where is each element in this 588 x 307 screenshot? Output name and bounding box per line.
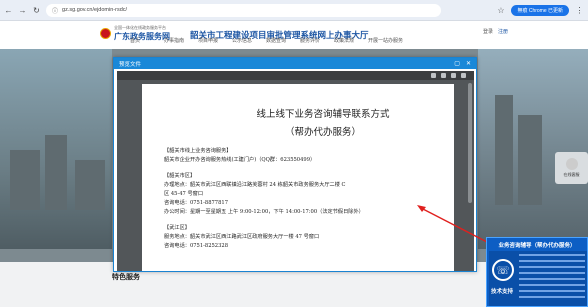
login-link[interactable]: 登录 [483,28,493,35]
viewer-scrollbar[interactable] [468,83,472,203]
pdf-toolbar [117,71,474,80]
promo-title: 业务咨询辅导（帮办代办服务） [498,243,576,249]
menu-icon[interactable]: ⋮ [575,6,584,15]
print-icon[interactable] [451,73,456,78]
back-icon[interactable]: ← [4,6,13,15]
modal-header: 预览文件 ▢ ✕ [114,58,476,69]
close-icon[interactable]: ✕ [466,60,471,67]
section-heading: 【韶关市区】 [164,173,196,179]
promo-contact-list [519,254,585,302]
section-line: 办公时间：星期一至星期五 上午 9:00-12:00，下午 14:00-17:0… [164,209,364,215]
contact-section: 【韶关市线上业务咨询服务】 韶关市企业开办咨询服务热线(工建门户)（QQ群：62… [164,147,442,165]
register-link[interactable]: 注册 [498,28,508,35]
promo-label: 技术支持 [491,289,514,295]
section-line: 韶关市企业开办咨询服务热线(工建门户)（QQ群：623550499） [164,157,316,163]
section-line: 办理地点：韶关市武江区西联镇沿江路芙蓉村 24 栋韶关市政务服务大厅二楼 C [164,182,346,188]
nav-item[interactable]: 首页 [130,37,164,49]
annotation-arrow [417,205,488,243]
more-icon[interactable] [461,73,466,78]
modal-title: 预览文件 [119,61,142,68]
section-line: 咨询电话：0751-8252328 [164,243,228,249]
contact-section: 【武江区】 服务地点：韶关市武江区西江路武江区政府服务大厅一楼 47 号窗口 咨… [164,224,442,251]
rotate-icon[interactable] [431,73,436,78]
main-nav: 首页 办事指南 项目申报 公示信息 数据查询 服务评价 政策法规 开展一站办服务 [0,37,588,49]
section-line: 区 45-47 号窗口 [164,191,204,197]
download-icon[interactable] [441,73,446,78]
address-bar[interactable]: ⓘ gz.sg.gov.cn/ejdomin-rsdc/ [46,3,441,17]
document-title: 线上线下业务咨询辅导联系方式 [256,109,390,120]
profile-badge[interactable]: 無痕 Chrome 已更新 [511,4,569,16]
nav-item[interactable]: 项目申报 [198,37,232,49]
browser-toolbar: ← → ↻ ⓘ gz.sg.gov.cn/ejdomin-rsdc/ ☆ 無痕 … [0,0,588,21]
nav-item[interactable]: 政策法规 [334,37,368,49]
online-service-float[interactable]: 在线客服 [555,152,588,184]
building-shape [495,95,513,205]
consultation-promo[interactable]: 业务咨询辅导（帮办代办服务） ☏ 技术支持 [486,237,588,307]
site-info-icon[interactable]: ⓘ [52,6,58,15]
customer-service-icon [565,158,578,170]
promo-body: ☏ 技术支持 [489,251,587,306]
building-shape [518,115,542,205]
section-heading: 【韶关市线上业务咨询服务】 [164,148,232,154]
nav-item[interactable]: 服务评价 [300,37,334,49]
section-heading: 【武江区】 [164,225,190,231]
nav-item[interactable]: 开展一站办服务 [368,37,418,49]
phone-icon: ☏ [492,259,514,281]
bookmark-star-icon[interactable]: ☆ [496,6,505,15]
nav-item[interactable]: 数据查询 [266,37,300,49]
building-shape [45,135,67,210]
section-line: 咨询电话：0751-8877817 [164,200,228,206]
url-text: gz.sg.gov.cn/ejdomin-rsdc/ [62,7,128,13]
reload-icon[interactable]: ↻ [32,6,41,15]
building-shape [10,150,40,210]
nav-item[interactable]: 公示信息 [232,37,266,49]
section-line: 服务地点：韶关市武江区西江路武江区政府服务大厅一楼 47 号窗口 [164,234,320,240]
float-label: 在线客服 [563,172,580,177]
nav-item[interactable]: 办事指南 [164,37,198,49]
window-restore-icon[interactable]: ▢ [454,60,460,67]
special-services-heading: 特色服务 [112,274,140,281]
document-subtitle: （帮办代办服务） [284,127,361,138]
document-page: 线上线下业务咨询辅导联系方式 （帮办代办服务） 【韶关市线上业务咨询服务】 韶关… [142,84,454,271]
forward-icon[interactable]: → [18,6,27,15]
contact-section: 【韶关市区】 办理地点：韶关市武江区西联镇沿江路芙蓉村 24 栋韶关市政务服务大… [164,172,442,217]
building-shape [75,160,105,210]
